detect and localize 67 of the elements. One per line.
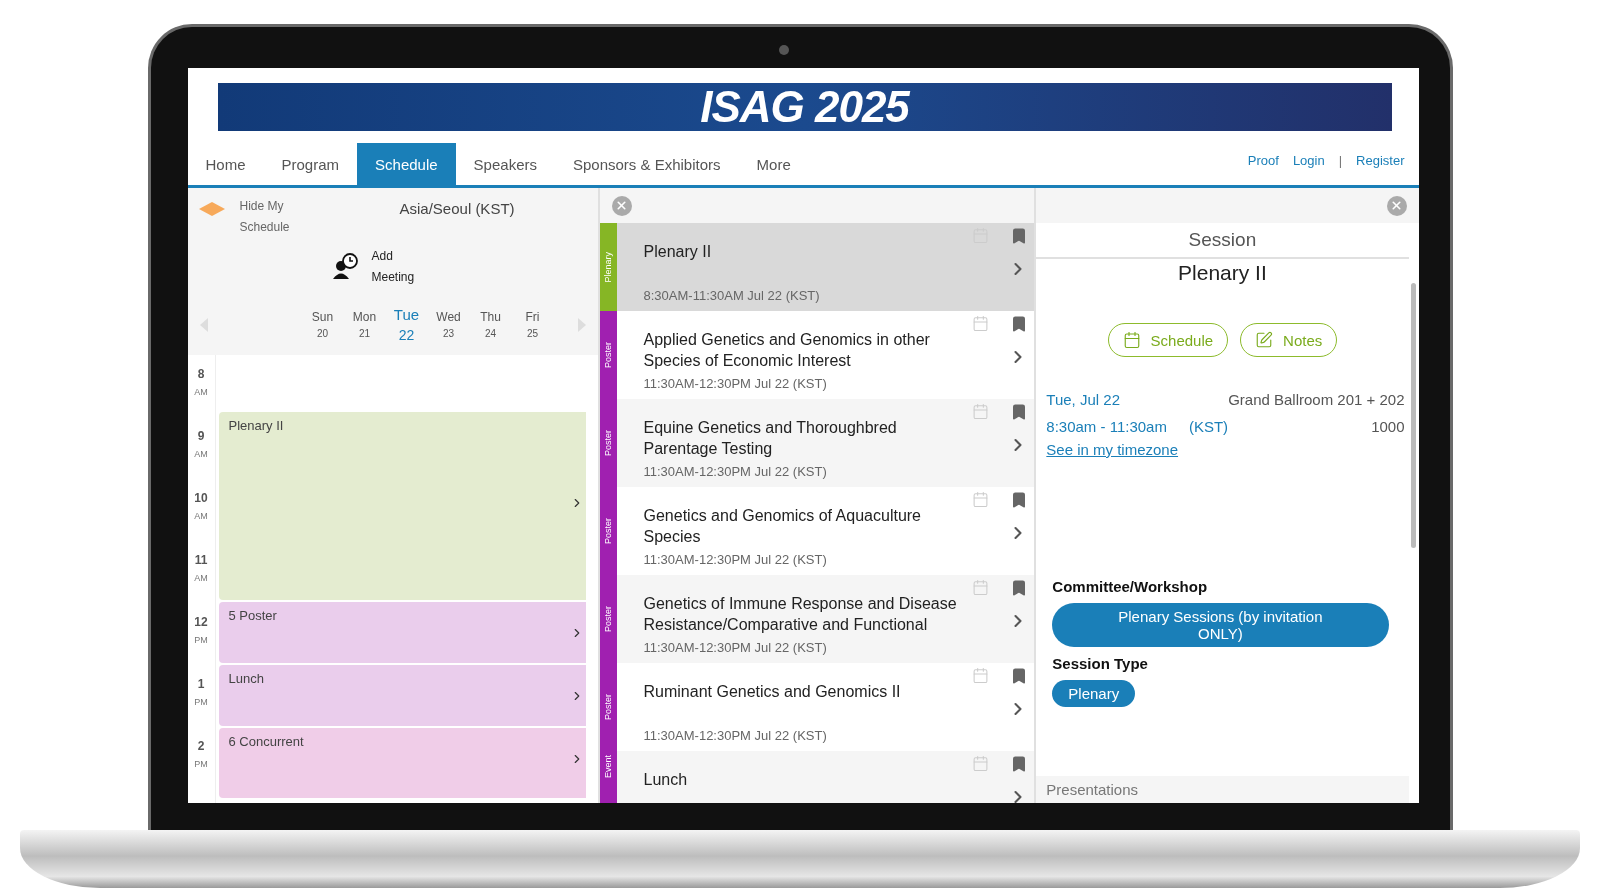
day-tab[interactable]: Fri 25 [511, 310, 554, 339]
nav-link[interactable]: Login [1292, 152, 1325, 168]
timezone-link[interactable]: See in my timezone [1046, 441, 1409, 458]
session-title: Ruminant Genetics and Genomics II [643, 682, 902, 702]
session-item[interactable]: Poster Ruminant Genetics and Genomics II 11:30AM-12:30PM Jul 22 (KST) [599, 663, 1035, 751]
hour-label: 8 AM [193, 367, 209, 399]
day-tab[interactable]: Tue 22 [385, 306, 428, 343]
session-date: Tue, Jul 22 [1046, 391, 1121, 408]
session-title: Applied Genetics and Genomics in other Species of Economic Interest [643, 330, 931, 371]
session-time: 8:30AM-11:30AM Jul 22 (KST) [643, 288, 821, 303]
session-time: 11:30AM-12:30PM Jul 22 (KST) [643, 640, 828, 655]
group-label: Session Type [1052, 655, 1149, 672]
session-time: 11:30AM-12:30PM Jul 22 (KST) [643, 728, 828, 743]
session-title: Plenary II [643, 242, 713, 262]
session-item[interactable]: Poster Applied Genetics and Genomics in other Species of Economic Interest 11:30AM-12:30PM Jul 22 (KST) [599, 311, 1035, 399]
nav-tab[interactable]: Speakers [455, 143, 555, 185]
nav-tab[interactable]: Schedule [357, 143, 456, 185]
session-time: 11:30AM-12:30PM Jul 22 (KST) [643, 552, 828, 567]
session-title: Plenary II [1177, 261, 1268, 285]
hour-label: 2 PM [193, 739, 209, 771]
tag: Plenary [1052, 680, 1136, 707]
calendar-event[interactable]: Plenary II [218, 412, 586, 600]
nav-link[interactable]: Proof [1247, 152, 1279, 168]
panel-heading: Session [1036, 223, 1409, 259]
session-title: Equine Genetics and Thoroughbred Parentage Testing [643, 418, 898, 459]
separator: | [1338, 152, 1343, 168]
close-icon [615, 199, 628, 212]
session-title: Genetics of Immune Response and Disease Resistance/Comparative and Functional [643, 594, 958, 635]
person-clock-icon[interactable] [331, 252, 360, 280]
session-time: 11:30AM-12:30PM Jul 22 (KST) [643, 376, 828, 391]
room-label: Grand Ballroom 201 + 202 [1228, 391, 1405, 408]
day-tab[interactable]: Sun 20 [301, 310, 344, 339]
presentations-header: Presentations [1036, 776, 1409, 803]
session-item[interactable]: Plenary Plenary II 8:30AM-11:30AM Jul 22 (KST) [599, 223, 1035, 311]
nav-tab[interactable]: Sponsors & Exhibitors [555, 143, 739, 185]
nav-tab[interactable]: Home [187, 143, 264, 185]
add-meeting-button[interactable]: Add Meeting [371, 246, 432, 288]
hour-label: 10 AM [193, 491, 209, 523]
day-tab[interactable]: Mon 21 [343, 310, 386, 339]
pencil-square-icon [1255, 331, 1274, 349]
timezone-label: (KST) [1188, 418, 1229, 435]
day-tab[interactable]: Wed 23 [427, 310, 470, 339]
hour-label: 9 AM [193, 429, 209, 461]
session-time: 8:30am - 11:30am [1046, 418, 1167, 435]
nav-link[interactable]: Register [1356, 152, 1405, 168]
close-icon [1390, 199, 1403, 212]
nav-tab[interactable]: Program [263, 143, 358, 185]
hide-schedule-toggle[interactable]: Hide My Schedule [239, 196, 310, 238]
hour-label: 11 AM [193, 553, 209, 585]
nav-tab[interactable]: More [738, 143, 809, 185]
banner: ISAG 2025 [217, 83, 1392, 131]
capacity-label: 1000 [1370, 418, 1405, 435]
calendar-event[interactable]: 5 Poster [218, 602, 586, 663]
session-title: Genetics and Genomics of Aquaculture Species [643, 506, 922, 547]
session-item[interactable]: Poster Genetics and Genomics of Aquaculture Species 11:30AM-12:30PM Jul 22 (KST) [599, 487, 1035, 575]
timezone-label: Asia/Seoul (KST) [399, 200, 515, 217]
camera-dot [778, 45, 789, 55]
hour-label: 1 PM [193, 677, 209, 709]
session-title: Lunch [643, 770, 689, 790]
calendar-event[interactable]: 6 Concurrent [218, 728, 586, 798]
calendar-event[interactable]: Lunch [218, 665, 586, 726]
tag: Plenary Sessions (by invitation ONLY) [1052, 603, 1389, 647]
hour-label: 12 PM [193, 615, 209, 647]
calendar-icon [1122, 331, 1141, 349]
day-tab[interactable]: Thu 24 [469, 310, 512, 339]
session-time: 11:30AM-12:30PM Jul 22 (KST) [643, 464, 828, 479]
group-label: Committee/Workshop [1052, 578, 1209, 595]
